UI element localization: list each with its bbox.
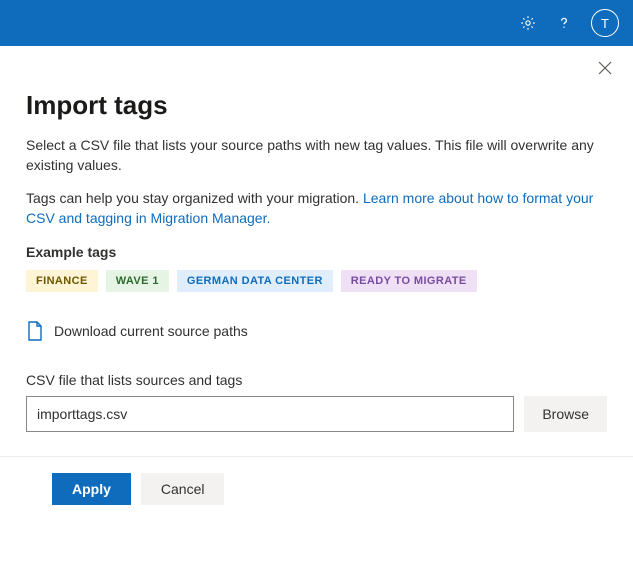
download-source-paths-label: Download current source paths (54, 323, 248, 339)
close-icon[interactable] (597, 60, 615, 78)
dialog-footer: Apply Cancel (26, 457, 607, 521)
tag-finance: FINANCE (26, 270, 98, 292)
file-icon (26, 320, 44, 342)
download-source-paths-link[interactable]: Download current source paths (26, 320, 607, 342)
description-1: Select a CSV file that lists your source… (26, 135, 607, 176)
avatar-initial: T (601, 16, 609, 31)
gear-icon[interactable] (519, 14, 537, 32)
example-tags: FINANCE WAVE 1 GERMAN DATA CENTER READY … (26, 270, 607, 292)
tag-german-data-center: GERMAN DATA CENTER (177, 270, 333, 292)
help-icon[interactable] (555, 14, 573, 32)
browse-button[interactable]: Browse (524, 396, 607, 432)
description-2: Tags can help you stay organized with yo… (26, 188, 607, 229)
example-tags-label: Example tags (26, 244, 607, 260)
csv-file-input[interactable] (26, 396, 514, 432)
csv-field-label: CSV file that lists sources and tags (26, 372, 607, 388)
description-2-text: Tags can help you stay organized with yo… (26, 190, 363, 206)
import-tags-panel: Import tags Select a CSV file that lists… (0, 78, 633, 521)
page-title: Import tags (26, 90, 607, 121)
top-bar: T (0, 0, 633, 46)
cancel-button[interactable]: Cancel (141, 473, 225, 505)
tag-wave1: WAVE 1 (106, 270, 169, 292)
tag-ready-to-migrate: READY TO MIGRATE (341, 270, 477, 292)
avatar[interactable]: T (591, 9, 619, 37)
apply-button[interactable]: Apply (52, 473, 131, 505)
